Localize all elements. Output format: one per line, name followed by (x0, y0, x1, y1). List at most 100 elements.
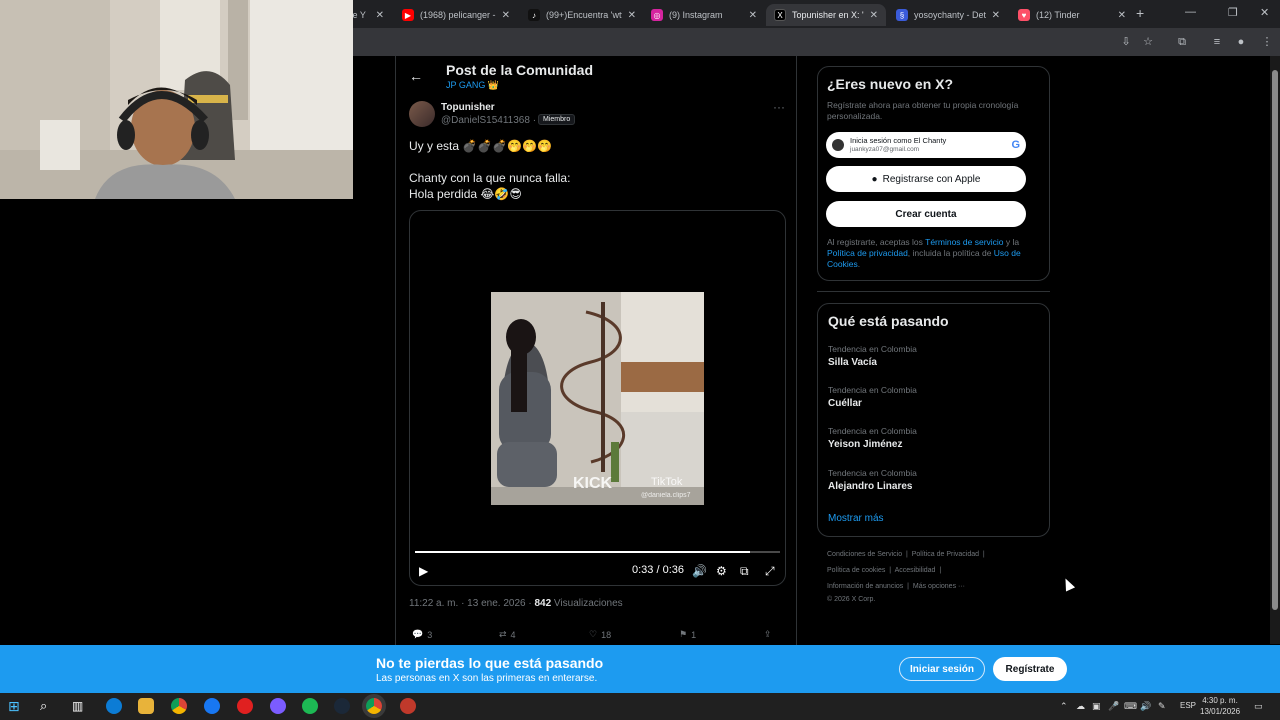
page-scrollbar[interactable] (1270, 56, 1280, 644)
register-button[interactable]: Regístrate (993, 657, 1067, 681)
clock[interactable]: 4:30 p. m. 13/01/2026 (1200, 695, 1240, 717)
close-icon[interactable]: ✕ (870, 10, 878, 21)
network-icon[interactable]: ⌨ (1124, 701, 1137, 712)
new-tab-icon[interactable]: + (1136, 5, 1144, 21)
more-options-icon[interactable]: ··· (773, 100, 785, 114)
footer-row: Condiciones de Servicio | Política de Pr… (827, 551, 985, 558)
tray-icon[interactable]: ☁ (1076, 701, 1085, 712)
close-window-icon[interactable]: ✕ (1260, 6, 1269, 19)
bookmark-star-icon[interactable]: ☆ (1141, 35, 1155, 49)
close-icon[interactable]: ✕ (502, 10, 510, 21)
webcam-image (0, 0, 353, 199)
maximize-icon[interactable]: ❐ (1228, 6, 1238, 19)
tray-chevron-icon[interactable]: ⌃ (1060, 701, 1068, 712)
footer-row: Política de cookies | Accesibilidad | (827, 567, 942, 574)
video-frame[interactable]: KICK TikTok @daniela.clips7 (491, 292, 704, 505)
play-icon[interactable]: ▶ (419, 564, 428, 578)
search-icon[interactable]: ⌕ (40, 698, 56, 714)
app-icon[interactable] (270, 698, 286, 714)
extensions-icon[interactable]: ⧉ (1175, 35, 1189, 49)
close-icon[interactable]: ✕ (628, 10, 636, 21)
trend-item[interactable]: Tendencia en Colombia Silla Vacía (828, 344, 917, 368)
media-icon[interactable]: ≡ (1210, 35, 1224, 49)
close-icon[interactable]: ✕ (376, 10, 384, 21)
profile-icon[interactable]: ● (1234, 35, 1248, 49)
apple-icon: ● (871, 173, 878, 185)
repost-icon: ⇄ (499, 629, 507, 639)
edge-icon[interactable] (106, 698, 122, 714)
footer-link[interactable]: Condiciones de Servicio (827, 551, 902, 558)
task-view-icon[interactable]: ▥ (72, 698, 88, 714)
post-text: Uy y esta 💣💣💣🤭🤭🤭 Chanty con la que nunca… (409, 139, 571, 201)
bookmark-button[interactable]: ⚑ 1 (679, 629, 696, 640)
minimize-icon[interactable]: — (1185, 6, 1196, 18)
spotify-icon[interactable] (302, 698, 318, 714)
trend-item[interactable]: Tendencia en Colombia Cuéllar (828, 385, 917, 409)
reply-button[interactable]: 💬 3 (412, 629, 432, 640)
pen-icon[interactable]: ✎ (1158, 701, 1166, 712)
footer-link[interactable]: Información de anuncios (827, 583, 903, 590)
footer-link[interactable]: Más opciones ··· (913, 583, 965, 590)
copyright: © 2026 X Corp. (827, 596, 876, 603)
post-meta: 11:22 a. m. · 13 ene. 2026 · 842 Visuali… (409, 598, 623, 609)
close-icon[interactable]: ✕ (1118, 10, 1126, 21)
browser-tab-active[interactable]: XTopunisher en X: "Uy✕ (766, 4, 886, 26)
banner-subtitle: Las personas en X son las primeras en en… (376, 673, 598, 684)
app-icon[interactable] (400, 698, 416, 714)
microphone-icon[interactable]: 🎤 (1108, 701, 1119, 712)
menu-icon[interactable]: ⋮ (1260, 35, 1274, 49)
notifications-icon[interactable]: ▭ (1254, 701, 1263, 712)
close-icon[interactable]: ✕ (749, 10, 757, 21)
trend-item[interactable]: Tendencia en Colombia Alejandro Linares (828, 468, 917, 492)
heart-icon: ♡ (589, 629, 598, 639)
youtube-icon: ▶ (402, 9, 414, 21)
terms-link[interactable]: Términos de servicio (925, 237, 1003, 247)
browser-tab[interactable]: §yosoychanty - Detail✕ (888, 4, 1008, 26)
install-icon[interactable]: ⇩ (1119, 35, 1133, 49)
tiktok-icon: ♪ (528, 9, 540, 21)
close-icon[interactable]: ✕ (992, 10, 1000, 21)
volume-icon[interactable]: 🔊 (692, 564, 707, 578)
footer-link[interactable]: Accesibilidad (895, 567, 936, 574)
repost-button[interactable]: ⇄ 4 (499, 629, 516, 640)
create-account-button[interactable]: Crear cuenta (826, 201, 1026, 227)
file-explorer-icon[interactable] (138, 698, 154, 714)
share-button[interactable]: ⇪ (764, 629, 772, 640)
browser-tab[interactable]: ♪(99+)Encuentra 'wtf' g✕ (520, 4, 644, 26)
tray-icon[interactable]: ▣ (1092, 701, 1101, 712)
google-signin-button[interactable]: Inicia sesión como El Chanty juankyza07@… (826, 132, 1026, 158)
signup-card: ¿Eres nuevo en X? Regístrate ahora para … (817, 66, 1050, 281)
browser-tab[interactable]: ♥ (12) Tinder ✕ (1010, 4, 1134, 26)
privacy-link[interactable]: Política de privacidad (827, 248, 908, 258)
footer-row: Información de anuncios | Más opciones ·… (827, 583, 966, 590)
language-indicator[interactable]: ESP (1180, 701, 1196, 710)
volume-icon[interactable]: 🔊 (1140, 701, 1151, 712)
browser-tab[interactable]: ◎ (9) Instagram ✕ (643, 4, 765, 26)
browser-tab[interactable]: ▶ (1968) pelicanger - Y ✕ (394, 4, 518, 26)
app-icon[interactable] (237, 698, 253, 714)
author-handle[interactable]: @DanielS15411368 · (441, 115, 536, 126)
footer-link[interactable]: Política de cookies (827, 567, 885, 574)
footer-link[interactable]: Política de Privacidad (912, 551, 979, 558)
back-arrow-icon[interactable]: ← (409, 68, 423, 84)
video-progress-bar[interactable] (415, 551, 780, 553)
windows-start-icon[interactable]: ⊞ (8, 698, 24, 714)
login-button[interactable]: Iniciar sesión (899, 657, 985, 681)
show-more-link[interactable]: Mostrar más (828, 513, 884, 524)
video-player[interactable]: KICK TikTok @daniela.clips7 ▶ 0:33 / 0:3… (409, 210, 786, 586)
like-button[interactable]: ♡ 18 (589, 629, 611, 640)
settings-icon[interactable]: ⚙ (716, 564, 727, 578)
fullscreen-icon[interactable]: ⤢ (765, 564, 775, 579)
avatar[interactable] (409, 101, 435, 127)
steam-icon[interactable] (334, 698, 350, 714)
facebook-icon[interactable] (204, 698, 220, 714)
chrome-active-icon[interactable] (366, 698, 382, 714)
chrome-icon[interactable] (171, 698, 187, 714)
community-link[interactable]: JP GANG 👑 (446, 80, 499, 91)
page-title: Post de la Comunidad (446, 62, 594, 78)
tiktok-watermark: TikTok (651, 476, 683, 488)
apple-signup-button[interactable]: ● Registrarse con Apple (826, 166, 1026, 192)
pip-icon[interactable]: ⧉ (740, 564, 749, 579)
trend-item[interactable]: Tendencia en Colombia Yeison Jiménez (828, 426, 917, 450)
author-name[interactable]: Topunisher (441, 102, 495, 113)
